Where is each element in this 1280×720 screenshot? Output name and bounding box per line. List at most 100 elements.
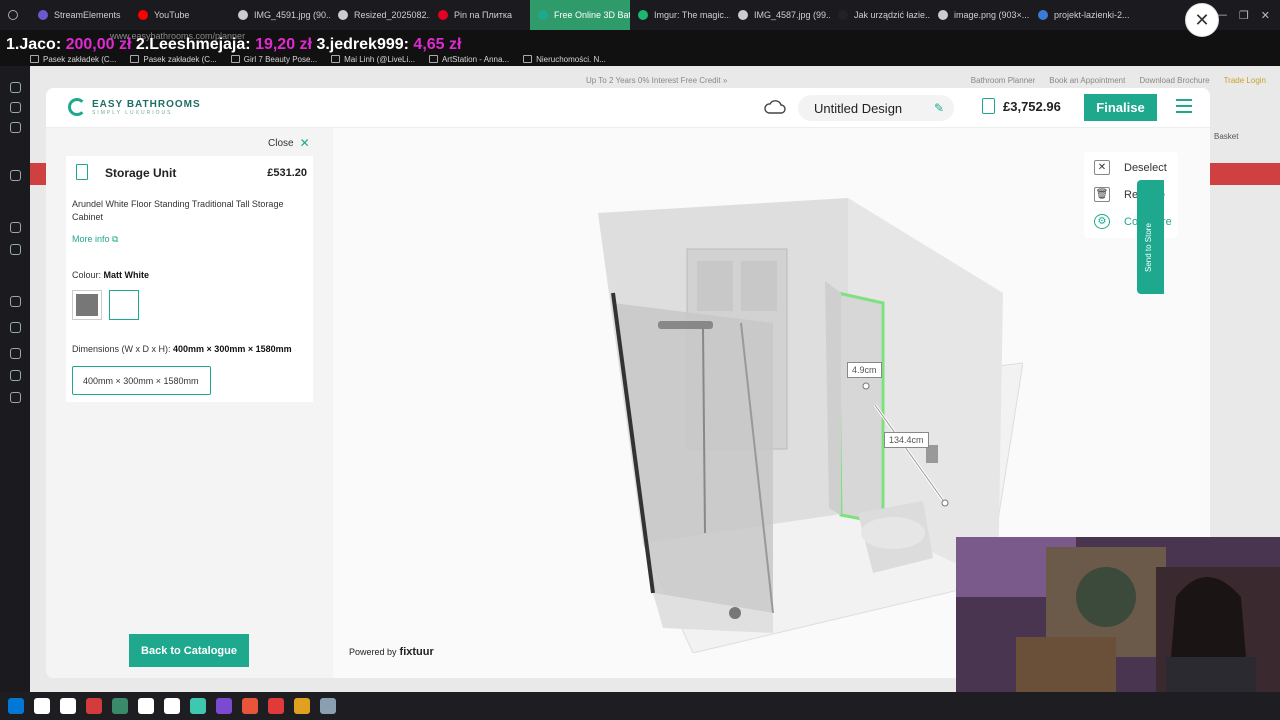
browser-logo-icon[interactable] [0,0,30,30]
total-price-value: £3,752.96 [1003,98,1061,114]
finalise-button[interactable]: Finalise [1084,94,1157,121]
donor-name: Leeshmejaja: [149,36,251,53]
os-taskbar [0,692,1280,720]
refresh-icon[interactable] [10,82,21,93]
taskbar-app-icon[interactable] [60,698,76,714]
tab-favicon-icon [438,10,448,20]
basket-label[interactable]: Basket [1214,132,1238,141]
play-icon[interactable] [10,296,21,307]
tab-favicon-icon [238,10,248,20]
tab-label: Jak urządzić łazie... [854,10,930,20]
donor-name: Jaco: [19,36,62,53]
taskbar-app-icon[interactable] [8,698,24,714]
taskbar-app-icon[interactable] [190,698,206,714]
messenger-icon[interactable] [10,122,21,133]
x-icon[interactable] [10,244,21,255]
browser-tab[interactable]: IMG_4587.jpg (99... [730,0,830,30]
dimension-option[interactable]: 400mm × 300mm × 1580mm [72,366,211,395]
donor-rank: 3. [316,36,330,53]
edit-pencil-icon[interactable]: ✎ [934,101,944,115]
design-name: Untitled Design [814,100,903,116]
folder-icon [130,55,140,63]
design-name-field[interactable]: Untitled Design ✎ [798,95,954,121]
promo-text[interactable]: Up To 2 Years 0% Interest Free Credit » [586,76,727,85]
taskbar-app-icon[interactable] [112,698,128,714]
cube-icon[interactable] [10,370,21,381]
back-to-catalogue-button[interactable]: Back to Catalogue [129,634,249,667]
browser-tab[interactable]: IMG_4591.jpg (90... [230,0,330,30]
close-planner-button[interactable]: ✕ [1185,3,1219,37]
measure-label-gap: 4.9cm [847,362,882,378]
send-to-store-tab[interactable]: Send to Store [1137,180,1164,294]
browser-tab[interactable]: YouTube [130,0,230,30]
more-info-link[interactable]: More info ⧉ [72,234,118,245]
colour-swatch-white[interactable] [109,290,139,320]
receipt-icon [982,98,995,114]
nav-link[interactable]: Download Brochure [1139,76,1209,85]
colour-swatch-grey[interactable] [72,290,102,320]
tab-label: IMG_4591.jpg (90... [254,10,330,20]
bookmark-icon [230,55,240,63]
donor-amount: 19,20 zł [255,36,312,53]
cabinet-icon [76,164,88,180]
donor-amount: 200,00 zł [65,36,132,53]
tab-label: IMG_4587.jpg (99... [754,10,830,20]
tab-label: StreamElements [54,10,121,20]
x-icon [331,55,341,63]
deselect-button[interactable]: ✕ Deselect [1094,160,1167,175]
taskbar-app-icon[interactable] [164,698,180,714]
cloud-save-icon[interactable] [764,99,786,115]
bookmark-item[interactable]: Pasek zakładek (C... [30,52,116,66]
taskbar-app-icon[interactable] [216,698,232,714]
taskbar-app-icon[interactable] [294,698,310,714]
artstation-icon [428,55,438,63]
bookmark-item[interactable]: Mai Linh (@LiveLi... [331,52,415,66]
tab-label: YouTube [154,10,190,20]
bookmark-item[interactable]: ArtStation - Anna... [428,52,509,66]
product-description: Arundel White Floor Standing Traditional… [72,199,284,222]
browser-tab[interactable]: projekt-lazienki-2... [1030,0,1130,30]
taskbar-app-icon[interactable] [138,698,154,714]
powered-by: Powered by fixtuur [349,646,434,658]
measure-label-distance: 134.4cm [884,432,929,448]
browser-tab[interactable]: StreamElements [30,0,130,30]
product-panel: Close ✕ Storage Unit £531.20 Arundel Whit… [46,128,333,678]
bookmark-item[interactable]: Girl 7 Beauty Pose... [230,52,317,66]
nav-link[interactable]: Book an Appointment [1049,76,1125,85]
browser-tab[interactable]: Imgur: The magic... [630,0,730,30]
twitch-icon[interactable] [10,222,21,233]
settings-icon[interactable] [10,392,21,403]
taskbar-app-icon[interactable] [320,698,336,714]
tab-favicon-icon [38,10,48,20]
window-close-icon[interactable]: ✕ [1261,9,1270,22]
tab-favicon-icon [338,10,348,20]
taskbar-app-icon[interactable] [242,698,258,714]
bookmark-item[interactable]: Nieruchomości. N... [523,52,606,66]
browser-tab[interactable]: Jak urządzić łazie... [830,0,930,30]
browser-tab[interactable]: image.png (903×... [930,0,1030,30]
maximize-icon[interactable]: ❐ [1239,9,1249,22]
close-panel-button[interactable]: Close ✕ [268,136,310,150]
product-price: £531.20 [267,167,307,179]
list-icon[interactable] [10,322,21,333]
nav-link[interactable]: Trade Login [1224,76,1266,85]
browser-tab[interactable]: Pin na Плитка [430,0,530,30]
logo-mark-icon [68,98,86,116]
taskbar-app-icon[interactable] [34,698,50,714]
gallery-icon[interactable] [10,102,21,113]
browser-tab[interactable]: Free Online 3D Bathroom [530,0,630,30]
gear-icon: ⚙ [1094,214,1110,229]
artstation-icon[interactable] [10,170,21,181]
tab-favicon-icon [138,10,148,20]
close-icon: ✕ [299,136,310,150]
donor-rank: 1. [6,36,20,53]
clock-icon[interactable] [10,348,21,359]
fixtuur-logo[interactable]: fixtuur [400,646,434,658]
easy-bathrooms-logo[interactable]: EASY BATHROOMS SIMPLY LUXURIOUS [68,98,201,116]
hamburger-menu-icon[interactable] [1176,99,1192,113]
browser-tab[interactable]: Resized_2025082... [330,0,430,30]
taskbar-app-icon[interactable] [86,698,102,714]
bookmark-item[interactable]: Pasek zakładek (C... [130,52,217,66]
taskbar-app-icon[interactable] [268,698,284,714]
nav-link[interactable]: Bathroom Planner [971,76,1035,85]
